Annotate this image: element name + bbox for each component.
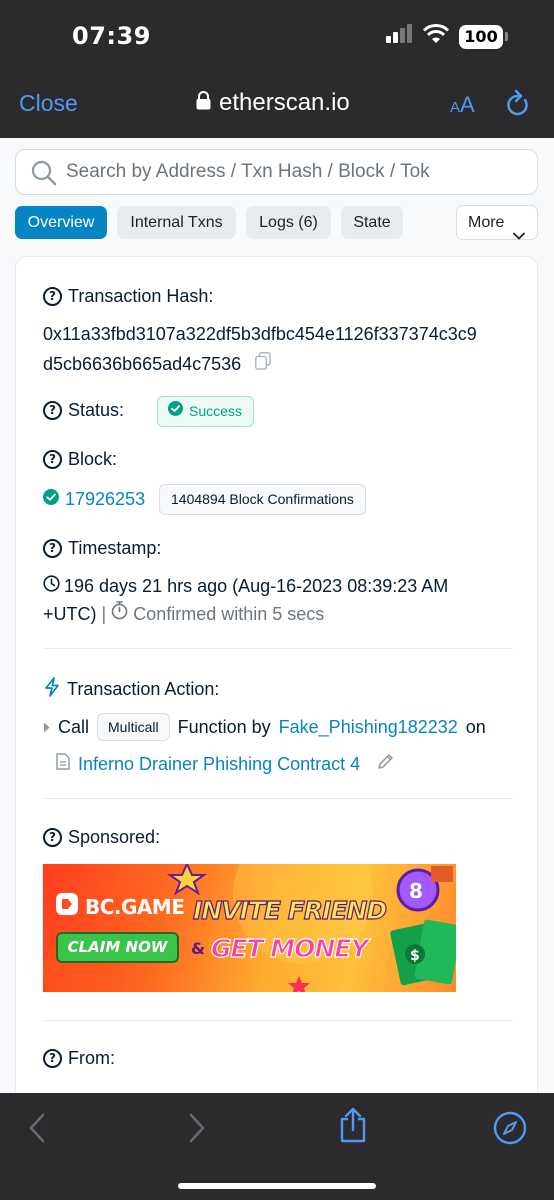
help-icon: ?: [43, 1049, 62, 1068]
action-row: Call Multicall Function by Fake_Phishing…: [43, 713, 486, 741]
sponsored-banner[interactable]: 8 $ BC.GAME INVITE FRIEND & GET MONEY CL…: [43, 864, 456, 992]
timestamp-line-1: 196 days 21 hrs ago (Aug-16-2023 08:39:2…: [64, 576, 449, 596]
url-text: etherscan.io: [219, 89, 350, 116]
status-label: Status:: [68, 400, 125, 420]
svg-text:$: $: [410, 948, 420, 964]
check-circle-icon: [168, 397, 183, 426]
stopwatch-icon: [111, 600, 128, 628]
divider: [43, 1020, 513, 1021]
help-icon: ?: [43, 450, 62, 469]
timestamp-value: 196 days 21 hrs ago (Aug-16-2023 08:39:2…: [43, 572, 518, 628]
block-number-link[interactable]: 17926253: [65, 489, 145, 510]
timestamp-label-row: ? Timestamp:: [43, 538, 161, 559]
block-row: 17926253: [43, 489, 145, 510]
confirmed-within: Confirmed within 5 secs: [133, 604, 325, 624]
text-size-button[interactable]: AA: [450, 92, 475, 118]
battery-icon: 100: [459, 24, 503, 49]
status-value: Success: [189, 403, 242, 419]
sponsored-label-row: ? Sponsored:: [43, 827, 160, 848]
wifi-icon: [422, 24, 450, 49]
ad-connector: &: [191, 939, 205, 958]
share-icon[interactable]: [338, 1107, 368, 1148]
status-bar: 07:39 100: [0, 0, 554, 72]
ad-cta-button[interactable]: CLAIM NOW: [56, 932, 179, 963]
back-arrow-icon[interactable]: [28, 1113, 46, 1148]
method-badge: Multicall: [97, 713, 170, 741]
tab-overview[interactable]: Overview: [15, 206, 107, 239]
hash-line-1: 0x11a33fbd3107a322df5b3dfbc454e1126f3373…: [43, 324, 477, 344]
action-label-row: Transaction Action:: [43, 677, 219, 702]
search-input[interactable]: [66, 150, 438, 194]
status-label-row: ? Status:: [43, 400, 124, 421]
url-display[interactable]: etherscan.io: [196, 89, 350, 117]
divider: [43, 798, 513, 799]
signal-icon: [385, 24, 413, 49]
clock: 07:39: [72, 22, 151, 50]
action-label: Transaction Action:: [67, 679, 220, 699]
block-label-row: ? Block:: [43, 449, 117, 470]
close-button[interactable]: Close: [19, 90, 78, 117]
tab-logs[interactable]: Logs (6): [246, 206, 331, 239]
ad-headline-1: INVITE FRIEND: [192, 895, 387, 925]
sponsored-label: Sponsored:: [68, 827, 161, 847]
from-label: From:: [68, 1048, 115, 1068]
status-icons: 100: [385, 24, 508, 49]
hash-label-row: ? Transaction Hash:: [43, 286, 213, 307]
bcgame-logo-icon: [55, 892, 79, 921]
tab-bar: Overview Internal Txns Logs (6) State Mo…: [15, 205, 538, 240]
home-indicator: [178, 1183, 376, 1189]
copy-icon[interactable]: [255, 349, 271, 379]
compass-icon[interactable]: [493, 1111, 527, 1150]
caller-link[interactable]: Fake_Phishing182232: [279, 717, 458, 738]
ad-brand-row: BC.GAME: [55, 892, 185, 921]
search-bar[interactable]: [15, 149, 538, 195]
lock-icon: [196, 89, 211, 117]
block-confirmations-badge: 1404894 Block Confirmations: [159, 484, 366, 515]
help-icon: ?: [43, 401, 62, 420]
action-function-by: Function by: [177, 716, 271, 737]
lightning-icon: [43, 677, 61, 702]
timestamp-label: Timestamp:: [68, 538, 162, 558]
action-on: on: [465, 716, 486, 737]
more-label: More: [468, 214, 505, 231]
browser-toolbar: Close etherscan.io AA: [0, 72, 554, 138]
transaction-card: ? Transaction Hash: 0x11a33fbd3107a322df…: [15, 256, 538, 1116]
hash-line-2: d5cb6636b665ad4c7536: [43, 354, 242, 374]
file-icon: [56, 753, 70, 775]
separator: |: [101, 604, 107, 624]
help-icon: ?: [43, 828, 62, 847]
ad-headline-2: GET MONEY: [210, 933, 369, 963]
reload-icon[interactable]: [505, 89, 531, 124]
from-label-row: ? From:: [43, 1048, 115, 1069]
block-label: Block:: [68, 449, 118, 469]
clock-icon: [43, 572, 60, 600]
battery-tip: [505, 32, 508, 41]
chevron-down-icon: [513, 219, 525, 252]
ad-headline-2-row: & GET MONEY: [191, 933, 369, 963]
pencil-icon[interactable]: [376, 752, 395, 776]
action-call: Call: [58, 716, 90, 737]
svg-text:8: 8: [409, 879, 423, 903]
help-icon: ?: [43, 539, 62, 558]
hash-label: Transaction Hash:: [68, 286, 214, 306]
status-badge: Success: [157, 396, 254, 427]
timestamp-line-2: +UTC): [43, 604, 97, 624]
divider: [43, 648, 513, 649]
caret-right-icon[interactable]: [43, 717, 50, 738]
check-circle-icon: [43, 489, 59, 510]
help-icon: ?: [43, 287, 62, 306]
tab-internal-txns[interactable]: Internal Txns: [117, 206, 236, 239]
ad-brand: BC.GAME: [85, 894, 185, 919]
tab-state[interactable]: State: [341, 206, 403, 239]
search-icon: [31, 160, 57, 191]
transaction-hash: 0x11a33fbd3107a322df5b3dfbc454e1126f3373…: [43, 319, 513, 379]
contract-link[interactable]: Inferno Drainer Phishing Contract 4: [78, 754, 360, 775]
contract-row: Inferno Drainer Phishing Contract 4: [56, 752, 395, 776]
forward-arrow-icon[interactable]: [188, 1113, 206, 1148]
more-dropdown[interactable]: More: [456, 205, 538, 240]
